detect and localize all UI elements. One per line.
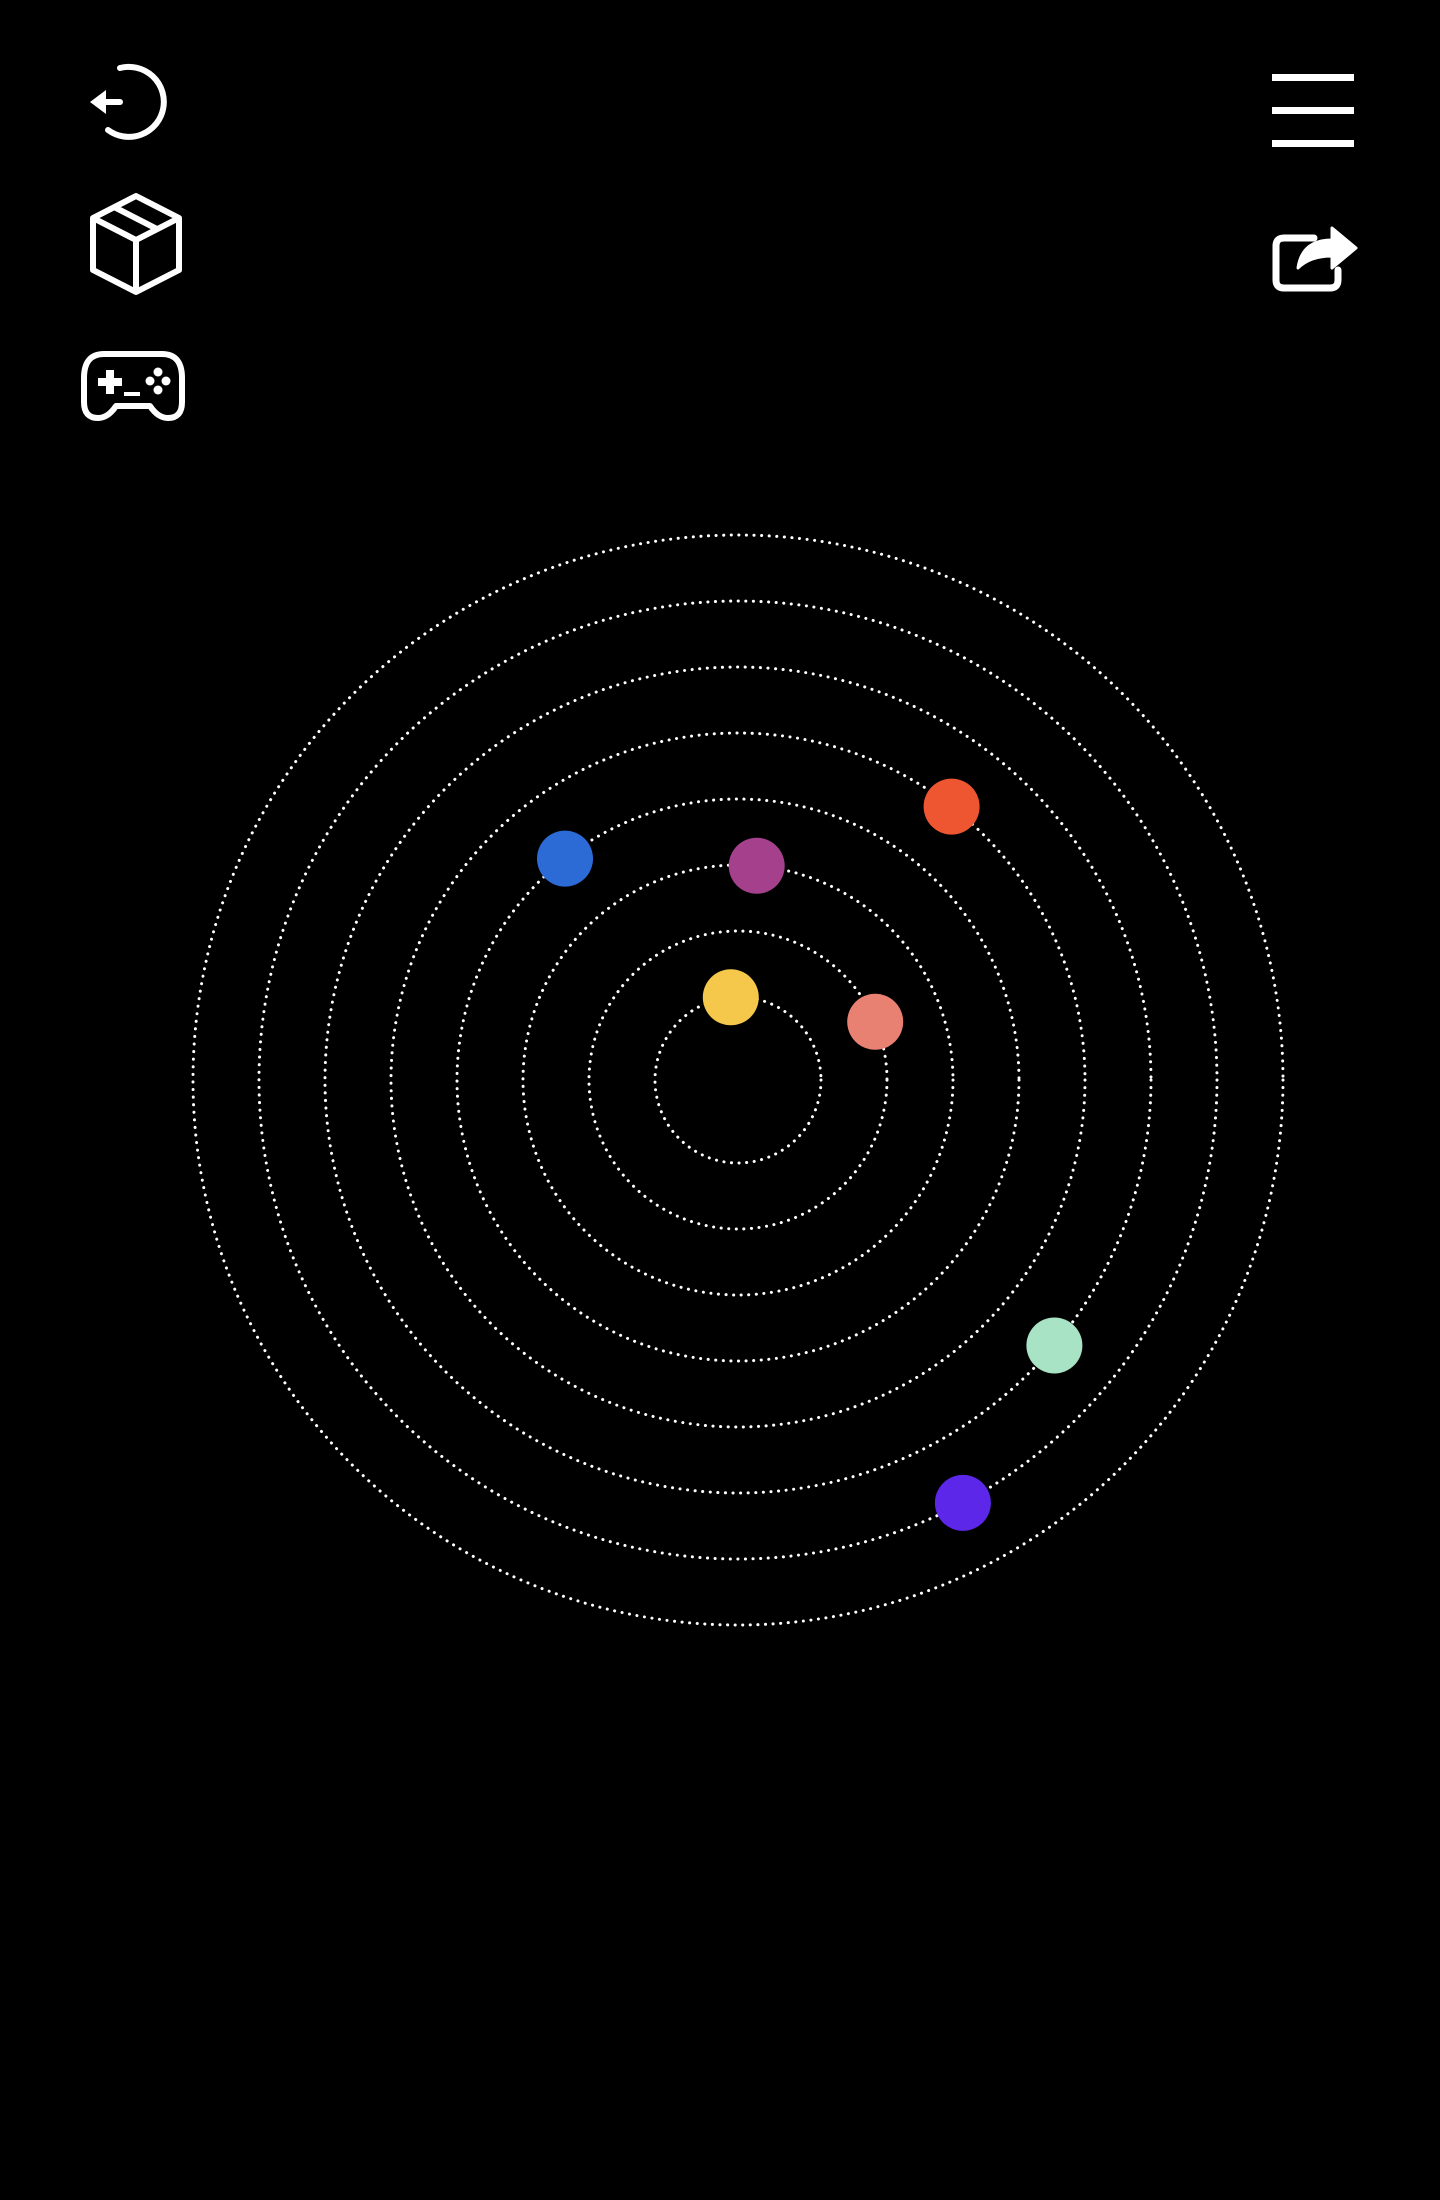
- orbit-rings: [191, 533, 1285, 1627]
- orbit-ring: [323, 665, 1153, 1495]
- planet-1[interactable]: [702, 969, 759, 1026]
- planet-2[interactable]: [847, 993, 904, 1050]
- planet-7[interactable]: [934, 1474, 991, 1531]
- planets: [537, 778, 1083, 1531]
- orbit-diagram[interactable]: [0, 0, 1440, 2200]
- orbit-ring: [389, 731, 1087, 1429]
- planet-5[interactable]: [923, 778, 980, 835]
- planet-4[interactable]: [537, 830, 593, 887]
- orbit-ring: [257, 599, 1219, 1561]
- planet-3[interactable]: [728, 837, 785, 894]
- planet-6[interactable]: [1026, 1317, 1083, 1374]
- orbit-ring: [191, 533, 1285, 1627]
